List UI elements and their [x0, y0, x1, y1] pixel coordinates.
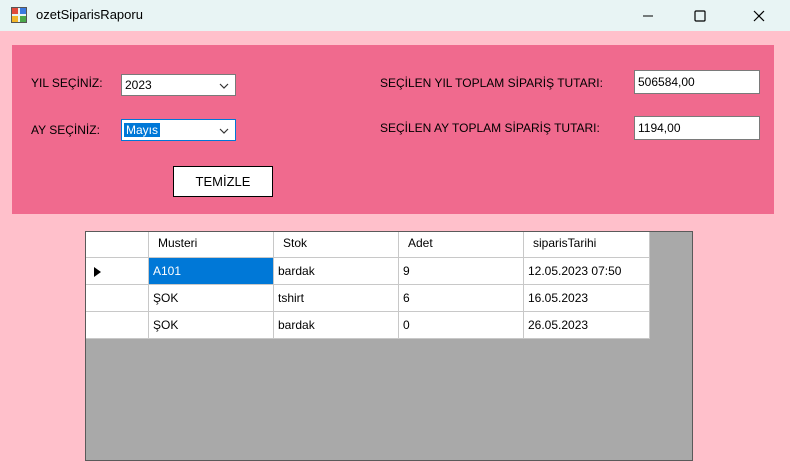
month-select-value: Mayıs	[124, 123, 161, 137]
maximize-icon	[694, 9, 706, 22]
table-cell[interactable]: 12.05.2023 07:50	[524, 258, 650, 285]
table-cell[interactable]: bardak	[274, 258, 399, 285]
table-cell[interactable]: 6	[399, 285, 524, 312]
filter-panel: YIL SEÇİNİZ: 2023 AY SEÇİNİZ: Mayıs SEÇİ…	[12, 45, 774, 214]
window-title: ozetSiparisRaporu	[36, 7, 143, 22]
month-total-value: 1194,00	[638, 121, 681, 135]
minimize-icon	[643, 15, 653, 16]
month-label: AY SEÇİNİZ:	[31, 123, 100, 137]
table-cell[interactable]: ŞOK	[149, 285, 274, 312]
month-total-field[interactable]: 1194,00	[634, 116, 760, 140]
table-cell[interactable]: bardak	[274, 312, 399, 339]
form-icon	[11, 7, 27, 23]
grid-corner-header[interactable]	[86, 232, 149, 258]
title-bar: ozetSiparisRaporu	[0, 0, 790, 31]
close-button[interactable]	[736, 0, 782, 31]
row-header[interactable]	[86, 312, 149, 339]
row-header[interactable]	[86, 258, 149, 285]
column-header-musteri[interactable]: Musteri	[149, 232, 274, 258]
minimize-button[interactable]	[625, 0, 671, 31]
table-cell[interactable]: 0	[399, 312, 524, 339]
year-total-field[interactable]: 506584,00	[634, 70, 760, 94]
clear-button[interactable]: TEMİZLE	[173, 166, 273, 197]
table-cell[interactable]: tshirt	[274, 285, 399, 312]
month-total-label: SEÇİLEN AY TOPLAM SİPARİŞ TUTARI:	[380, 121, 600, 135]
maximize-button[interactable]	[677, 0, 723, 31]
month-select[interactable]: Mayıs	[121, 119, 236, 141]
chevron-down-icon	[219, 128, 229, 134]
column-header-adet[interactable]: Adet	[399, 232, 524, 258]
row-header[interactable]	[86, 285, 149, 312]
year-total-label: SEÇİLEN YIL TOPLAM SİPARİŞ TUTARI:	[380, 76, 603, 90]
table-cell[interactable]: 16.05.2023	[524, 285, 650, 312]
close-icon	[753, 10, 765, 21]
table-cell[interactable]: A101	[149, 258, 274, 285]
row-pointer-icon	[94, 267, 101, 277]
year-select[interactable]: 2023	[121, 74, 236, 96]
year-label: YIL SEÇİNİZ:	[31, 76, 103, 90]
column-header-siparis-tarihi[interactable]: siparisTarihi	[524, 232, 650, 258]
table-cell[interactable]: 26.05.2023	[524, 312, 650, 339]
orders-grid[interactable]: Musteri Stok Adet siparisTarihi A101 bar…	[85, 231, 693, 461]
table-cell[interactable]: 9	[399, 258, 524, 285]
table-cell[interactable]: ŞOK	[149, 312, 274, 339]
column-header-stok[interactable]: Stok	[274, 232, 399, 258]
year-select-value: 2023	[125, 78, 152, 92]
year-total-value: 506584,00	[638, 75, 695, 89]
chevron-down-icon	[219, 83, 229, 89]
